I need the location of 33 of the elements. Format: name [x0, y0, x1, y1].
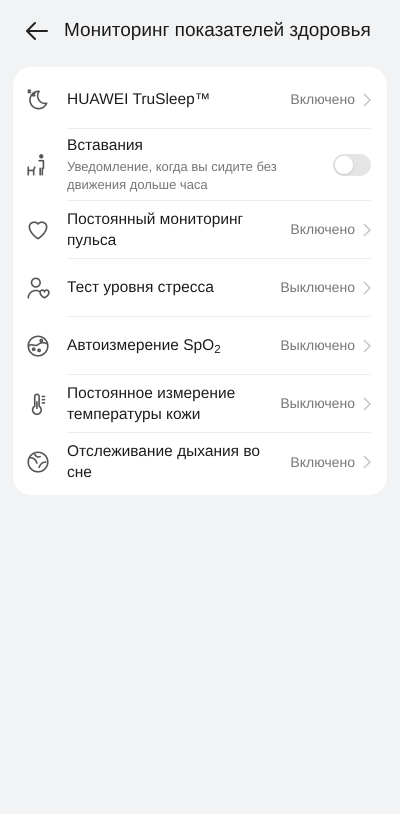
toggle-switch[interactable] [333, 154, 371, 176]
setting-title: Отслеживание дыхания во сне [67, 442, 262, 483]
setting-value: Выключено [280, 394, 355, 413]
setting-value: Включено [290, 220, 355, 239]
chevron-right-icon [363, 455, 371, 469]
setting-title: HUAWEI TruSleep™ [67, 90, 212, 110]
chevron-right-icon [363, 222, 371, 236]
back-button[interactable] [26, 22, 48, 40]
blood-cells-icon [25, 333, 51, 359]
setting-title: Постоянное измерение температуры кожи [67, 384, 236, 424]
setting-description: Уведомление, когда вы сидите без движения дольше часа [67, 158, 278, 194]
page-title: Мониторинг показателей здоровья [64, 18, 371, 43]
setting-title: Автоизмерение SpO$_{2}$ [67, 336, 222, 356]
settings-row[interactable]: Постоянный мониторинг пульса Включено [25, 201, 371, 259]
settings-row[interactable]: HUAWEI TruSleep™ Включено [25, 71, 371, 129]
setting-value: Включено [290, 90, 355, 109]
setting-value: Выключено [280, 336, 355, 355]
chevron-right-icon [363, 280, 371, 294]
chevron-right-icon [363, 92, 371, 106]
settings-row[interactable]: Автоизмерение SpO$_{2}$ Выключено [25, 317, 371, 375]
setting-value: Включено [290, 452, 355, 472]
setting-title: Тест уровня стресса [67, 278, 215, 298]
settings-row[interactable]: Вставания Уведомление, когда вы сидите без движения дольше часа [25, 129, 371, 201]
setting-value: Выключено [280, 278, 355, 297]
chevron-right-icon [363, 396, 371, 410]
chevron-right-icon [363, 338, 371, 352]
person-heart-icon [25, 275, 51, 301]
back-arrow-icon [26, 22, 48, 40]
settings-row[interactable]: Отслеживание дыхания во сне Включено [25, 433, 371, 491]
setting-title: Вставания [67, 136, 144, 156]
settings-row[interactable]: Тест уровня стресса Выключено [25, 259, 371, 317]
settings-row[interactable]: Постоянное измерение температуры кожи Выключено [25, 375, 371, 433]
setting-title: Постоянный мониторинг пульса [67, 210, 244, 250]
